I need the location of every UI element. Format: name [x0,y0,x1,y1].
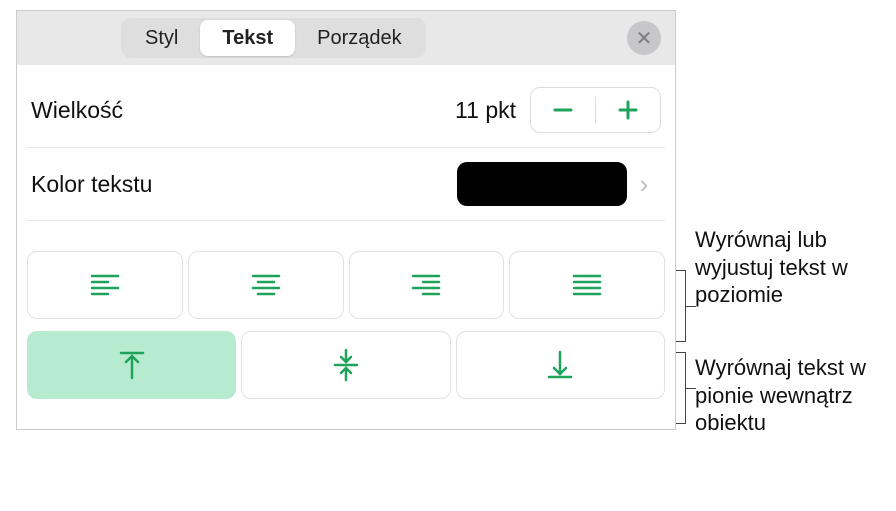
callout-horizontal: Wyrównaj lub wyjustuj tekst w poziomie [695,226,885,309]
size-label: Wielkość [31,97,123,124]
align-justify-icon [570,272,604,298]
callout-bracket-horizontal [676,270,686,342]
chevron-right-icon: › [627,169,661,200]
segmented-control: Styl Tekst Porządek [121,18,426,58]
tab-order[interactable]: Porządek [295,20,424,56]
callout-vertical: Wyrównaj tekst w pionie wewnątrz obiektu [695,354,885,437]
size-value: 11 pkt [455,97,516,124]
color-swatch[interactable] [457,162,627,206]
plus-icon [616,98,640,122]
align-right-button[interactable] [349,251,505,319]
size-stepper [530,87,661,133]
align-middle-icon [331,348,361,382]
callout-bracket-vertical [676,352,686,424]
align-left-icon [88,272,122,298]
close-button[interactable]: ✕ [627,21,661,55]
vertical-align-row [27,331,665,399]
tab-bar: Styl Tekst Porządek ✕ [17,11,675,65]
align-justify-button[interactable] [509,251,665,319]
panel-body: Wielkość 11 pkt Kolor tekstu [17,65,675,399]
align-bottom-icon [545,348,575,382]
align-top-button[interactable] [27,331,236,399]
align-right-icon [409,272,443,298]
horizontal-align-row [27,251,665,319]
text-color-row[interactable]: Kolor tekstu › [27,148,665,221]
tab-text[interactable]: Tekst [200,20,295,56]
align-center-icon [249,272,283,298]
align-center-button[interactable] [188,251,344,319]
close-icon: ✕ [636,26,653,51]
increase-button[interactable] [596,88,660,132]
align-bottom-button[interactable] [456,331,665,399]
align-middle-button[interactable] [241,331,450,399]
size-row: Wielkość 11 pkt [27,73,665,148]
alignment-section [27,251,665,399]
decrease-button[interactable] [531,88,595,132]
align-top-icon [117,348,147,382]
format-panel: Styl Tekst Porządek ✕ Wielkość 11 pkt [16,10,676,430]
align-left-button[interactable] [27,251,183,319]
minus-icon [551,98,575,122]
tab-style[interactable]: Styl [123,20,200,56]
text-color-label: Kolor tekstu [31,171,152,198]
